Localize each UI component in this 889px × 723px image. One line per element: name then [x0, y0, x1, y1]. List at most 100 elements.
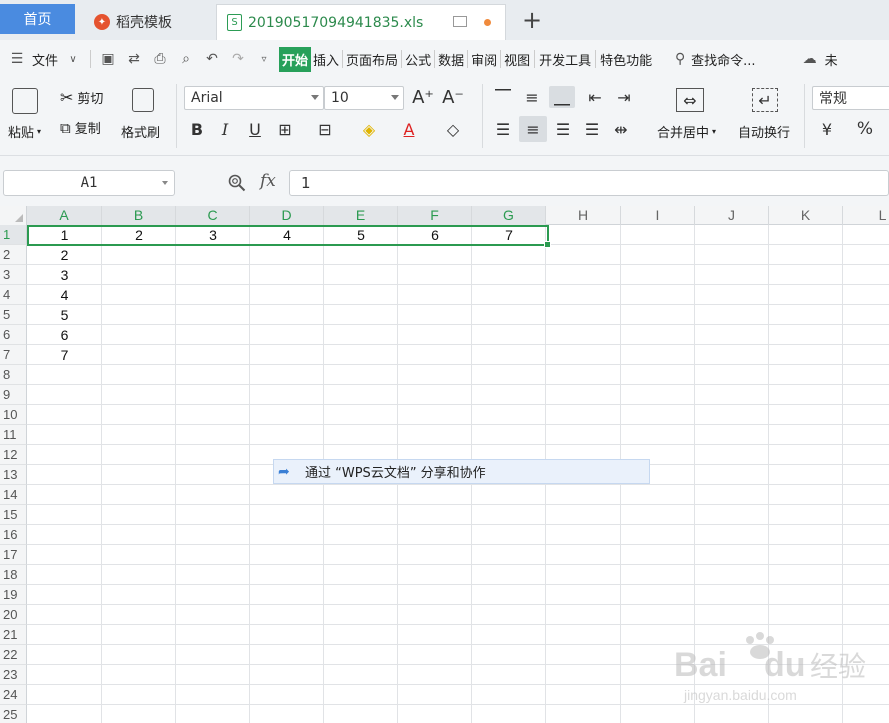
font-color-icon[interactable]: A — [398, 118, 420, 140]
align-bottom-icon[interactable]: ⎽ — [549, 86, 575, 108]
clear-format-icon[interactable]: ◇ — [442, 118, 464, 140]
cell-a7[interactable]: 7 — [27, 345, 102, 365]
customize-chevron-icon[interactable]: ▿ — [256, 51, 272, 67]
share-tip-banner[interactable]: ➦ 通过 “WPS云文档” 分享和协作 — [273, 459, 650, 484]
row-header-22[interactable]: 22 — [0, 645, 27, 665]
format-painter-icon[interactable] — [132, 88, 154, 112]
zoom-icon[interactable] — [228, 174, 246, 192]
row-header-15[interactable]: 15 — [0, 505, 27, 525]
distributed-icon[interactable]: ⇹ — [610, 118, 632, 140]
row-header-20[interactable]: 20 — [0, 605, 27, 625]
cloud-status[interactable]: 未 — [823, 50, 840, 69]
cell-a4[interactable]: 4 — [27, 285, 102, 305]
align-top-icon[interactable]: ⎺ — [492, 86, 514, 108]
chevron-down-icon[interactable] — [162, 181, 168, 185]
command-search[interactable]: 查找命令... — [689, 50, 757, 69]
tab-template[interactable]: ✦ 稻壳模板 — [80, 4, 212, 40]
cell-a5[interactable]: 5 — [27, 305, 102, 325]
cell-a2[interactable]: 2 — [27, 245, 102, 265]
name-box[interactable]: A1 — [3, 170, 175, 196]
copy-button[interactable]: ⧉ 复制 — [60, 118, 101, 138]
paste-icon[interactable] — [12, 88, 38, 114]
align-left-icon[interactable]: ☰ — [492, 118, 514, 140]
column-header-c[interactable]: C — [176, 206, 250, 225]
print-icon[interactable]: ⎙ — [152, 51, 168, 67]
search-icon[interactable]: ⚲ — [672, 51, 688, 67]
new-tab-button[interactable]: + — [522, 6, 542, 34]
increase-font-icon[interactable]: A⁺ — [412, 86, 434, 108]
align-center-icon[interactable]: ≡ — [519, 116, 547, 142]
border-icon[interactable]: ⊞ — [274, 118, 296, 140]
align-right-icon[interactable]: ☰ — [552, 118, 574, 140]
tab-file[interactable]: S 20190517094941835.xls — [216, 4, 506, 40]
row-header-7[interactable]: 7 — [0, 345, 27, 365]
row-header-23[interactable]: 23 — [0, 665, 27, 685]
increase-indent-icon[interactable]: ⇥ — [613, 86, 635, 108]
row-header-3[interactable]: 3 — [0, 265, 27, 285]
cell-style-icon[interactable]: ⊟ — [314, 118, 336, 140]
column-header-l[interactable]: L — [843, 206, 889, 225]
italic-button[interactable]: I — [214, 118, 236, 140]
format-painter-button[interactable]: 格式刷 — [121, 122, 160, 141]
number-format-select[interactable]: 常规 — [812, 86, 889, 110]
column-header-k[interactable]: K — [769, 206, 843, 225]
column-header-b[interactable]: B — [102, 206, 176, 225]
menu-page-layout[interactable]: 页面布局 — [344, 50, 400, 69]
column-header-f[interactable]: F — [398, 206, 472, 225]
row-header-4[interactable]: 4 — [0, 285, 27, 305]
menu-start[interactable]: 开始 — [279, 46, 312, 72]
wrap-text-button[interactable]: 自动换行 — [738, 122, 790, 141]
row-header-17[interactable]: 17 — [0, 545, 27, 565]
decrease-font-icon[interactable]: A⁻ — [442, 86, 464, 108]
wrap-text-icon[interactable]: ↵ — [752, 88, 778, 112]
currency-icon[interactable]: ¥ — [816, 118, 838, 140]
menu-formulas[interactable]: 公式 — [403, 50, 433, 69]
export-icon[interactable]: ⇄ — [126, 51, 142, 67]
row-header-8[interactable]: 8 — [0, 365, 27, 385]
column-header-a[interactable]: A — [27, 206, 102, 225]
row-header-1[interactable]: 1 — [0, 225, 27, 245]
row-header-24[interactable]: 24 — [0, 685, 27, 705]
menu-file[interactable]: 文件 — [30, 50, 60, 69]
row-header-13[interactable]: 13 — [0, 465, 27, 485]
tab-home[interactable]: 首页 — [0, 4, 75, 34]
print-preview-icon[interactable]: ⌕ — [178, 51, 194, 67]
font-name-select[interactable]: Arial — [184, 86, 324, 110]
align-middle-icon[interactable]: ≡ — [521, 86, 543, 108]
hamburger-icon[interactable]: ☰ — [9, 51, 25, 67]
function-icon[interactable]: fx — [260, 171, 276, 191]
row-header-10[interactable]: 10 — [0, 405, 27, 425]
paste-button[interactable]: 粘贴 ▾ — [8, 122, 41, 141]
menu-insert[interactable]: 插入 — [311, 50, 341, 69]
menu-view[interactable]: 视图 — [502, 50, 532, 69]
justify-icon[interactable]: ☰ — [581, 118, 603, 140]
cell-a6[interactable]: 6 — [27, 325, 102, 345]
row-header-16[interactable]: 16 — [0, 525, 27, 545]
column-header-g[interactable]: G — [472, 206, 546, 225]
menu-developer[interactable]: 开发工具 — [537, 50, 593, 69]
menu-data[interactable]: 数据 — [436, 50, 466, 69]
chevron-down-icon[interactable]: ∨ — [65, 51, 81, 67]
decrease-indent-icon[interactable]: ⇤ — [584, 86, 606, 108]
percent-button[interactable]: % — [854, 118, 876, 140]
merge-center-icon[interactable]: ⇔ — [676, 88, 704, 112]
monitor-icon[interactable] — [453, 16, 467, 27]
merge-center-button[interactable]: 合并居中 ▾ — [657, 122, 716, 141]
row-header-25[interactable]: 25 — [0, 705, 27, 723]
redo-icon[interactable]: ↷ — [230, 51, 246, 67]
row-header-21[interactable]: 21 — [0, 625, 27, 645]
formula-input[interactable]: 1 — [289, 170, 889, 196]
row-header-9[interactable]: 9 — [0, 385, 27, 405]
row-header-19[interactable]: 19 — [0, 585, 27, 605]
underline-button[interactable]: U — [244, 118, 266, 140]
column-header-d[interactable]: D — [250, 206, 324, 225]
cloud-icon[interactable]: ☁ — [802, 51, 818, 67]
row-header-2[interactable]: 2 — [0, 245, 27, 265]
row-header-5[interactable]: 5 — [0, 305, 27, 325]
menu-special[interactable]: 特色功能 — [598, 50, 654, 69]
fill-color-icon[interactable]: ◈ — [358, 118, 380, 140]
column-header-j[interactable]: J — [695, 206, 769, 225]
row-header-11[interactable]: 11 — [0, 425, 27, 445]
row-header-14[interactable]: 14 — [0, 485, 27, 505]
cell-a3[interactable]: 3 — [27, 265, 102, 285]
